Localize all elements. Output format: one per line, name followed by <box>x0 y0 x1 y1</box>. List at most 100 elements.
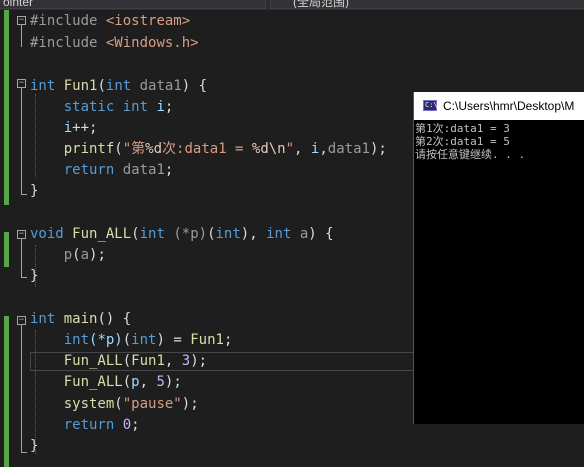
brace: } <box>30 183 39 199</box>
fold-guide <box>21 239 22 277</box>
paren: ) <box>308 226 317 242</box>
parameter: a <box>80 247 90 263</box>
format-specifier: %d <box>251 141 269 157</box>
fold-collapse-icon[interactable]: − <box>17 16 26 25</box>
function-name: main <box>63 311 98 327</box>
keyword: int <box>105 78 132 94</box>
format-specifier: %d <box>145 141 163 157</box>
number-literal: 3 <box>181 353 191 369</box>
console-line: 第2次:data1 = 5 <box>415 135 510 148</box>
preprocessor-directive: #include <box>30 35 98 51</box>
keyword: static <box>63 99 115 115</box>
string-literal: "pause" <box>122 396 182 412</box>
keyword: int <box>30 311 56 327</box>
brace: } <box>30 268 39 284</box>
console-title-bar[interactable]: C:\ C:\Users\hmr\Desktop\M <box>414 92 584 120</box>
semicolon: ; <box>198 353 208 369</box>
console-window[interactable]: C:\ C:\Users\hmr\Desktop\M 第1次:data1 = 3… <box>413 92 584 424</box>
console-title: C:\Users\hmr\Desktop\M <box>443 99 575 113</box>
comma: , <box>139 374 149 390</box>
fold-guide <box>21 325 22 452</box>
keyword: int <box>30 78 56 94</box>
code-line-9: } <box>30 181 38 202</box>
brace: { <box>122 311 132 327</box>
console-line: 第1次:data1 = 3 <box>415 122 510 135</box>
paren: ( <box>72 247 81 263</box>
paren: ( <box>207 226 216 242</box>
string-literal: "第 <box>122 141 146 157</box>
brace: } <box>30 438 39 454</box>
operator: = <box>173 332 182 348</box>
code-line-7: printf("第%d次:data1 = %d\n", i,data1); <box>30 139 387 160</box>
code-line-20: return 0; <box>30 415 140 436</box>
parameter: (*p) <box>173 226 208 242</box>
keyword: int <box>131 332 157 348</box>
change-indicator <box>4 232 9 267</box>
fold-end-marker <box>21 277 27 278</box>
parameter: data1 <box>327 141 370 157</box>
keyword: int <box>63 332 90 348</box>
code-line-5: static int i; <box>30 97 174 118</box>
code-line-12: p(a); <box>30 245 106 266</box>
paren: ), <box>240 226 258 242</box>
function-name: Fun1 <box>131 353 165 369</box>
number-literal: 0 <box>122 417 132 433</box>
paren: () <box>97 311 115 327</box>
function-name: Fun_ALL <box>63 374 123 390</box>
code-line-15: int main() { <box>30 309 131 330</box>
include-header: <Windows.h> <box>105 35 199 51</box>
parameter: a <box>299 226 309 242</box>
keyword: int <box>122 99 149 115</box>
scope-dropdown[interactable]: (全局范围) <box>270 0 584 9</box>
fold-collapse-icon[interactable]: − <box>17 79 26 88</box>
console-app-icon: C:\ <box>423 100 438 111</box>
keyword: return <box>63 417 115 433</box>
semicolon: ; <box>131 417 140 433</box>
code-line-19: system("pause"); <box>30 394 199 415</box>
semicolon: ; <box>97 247 106 263</box>
fold-guide <box>21 88 22 194</box>
comma: , <box>319 141 328 157</box>
function-name: system <box>63 396 115 412</box>
variable: p <box>131 374 140 390</box>
function-name: Fun_ALL <box>72 226 132 242</box>
paren: ( <box>122 353 132 369</box>
code-line-6: i++; <box>30 118 98 139</box>
variable: (*p) <box>89 332 123 348</box>
semicolon: ; <box>164 99 174 115</box>
paren: ( <box>97 78 106 94</box>
variable: i <box>156 99 165 115</box>
variable: i <box>63 120 73 136</box>
console-line: 请按任意键继续. . . <box>415 148 526 161</box>
code-line-11: void Fun_ALL(int (*p)(int), int a) { <box>30 224 334 245</box>
semicolon: ; <box>190 396 199 412</box>
function-name: printf <box>63 141 115 157</box>
code-line-17: Fun_ALL(Fun1, 3); <box>30 351 207 372</box>
operator: ++ <box>72 120 90 136</box>
fold-end-marker <box>21 194 27 195</box>
paren: ( <box>122 374 132 390</box>
member-dropdown[interactable]: ointer <box>0 0 266 9</box>
console-output: 第1次:data1 = 3 第2次:data1 = 5 请按任意键继续. . . <box>414 122 525 161</box>
code-line-4: int Fun1(int data1) { <box>30 76 207 97</box>
change-indicator <box>4 10 9 205</box>
fold-collapse-icon[interactable]: − <box>17 230 26 239</box>
comma: , <box>164 353 174 369</box>
include-header: <iostream> <box>105 13 191 29</box>
keyword: int <box>139 226 165 242</box>
keyword: int <box>215 226 241 242</box>
keyword: return <box>63 162 115 178</box>
parameter: data1 <box>139 78 182 94</box>
paren: ( <box>114 141 123 157</box>
function-name: Fun1 <box>190 332 224 348</box>
fold-guide <box>21 25 22 47</box>
fold-collapse-icon[interactable]: − <box>17 316 26 325</box>
number-literal: 5 <box>156 374 165 390</box>
paren: ( <box>131 226 140 242</box>
parameter: data1 <box>122 162 165 178</box>
paren: ( <box>114 396 123 412</box>
semicolon: ; <box>223 332 233 348</box>
semicolon: ; <box>378 141 387 157</box>
fold-end-marker <box>21 452 27 453</box>
paren: ) <box>156 332 165 348</box>
